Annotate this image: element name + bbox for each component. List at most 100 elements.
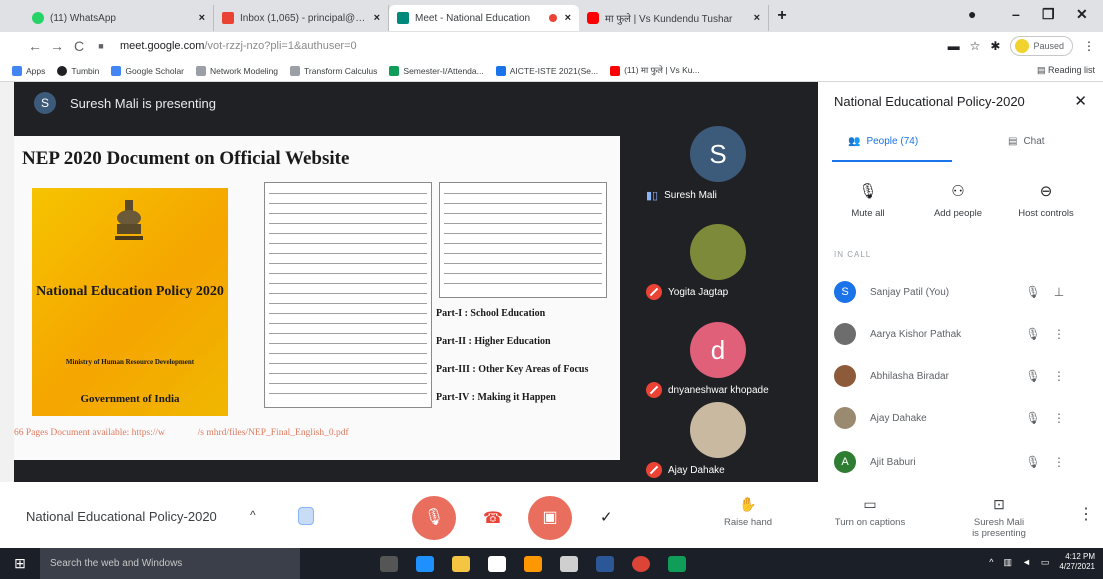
presenting-button[interactable]: ⊡ Suresh Mali is presenting [960, 496, 1038, 539]
presenting-text: Suresh Mali is presenting [70, 95, 216, 111]
participant-row[interactable]: A Ajit Baburi 🎙 ⋮ [834, 450, 1096, 474]
avatar [1015, 39, 1030, 53]
cover-title: National Education Policy 2020 [36, 284, 224, 299]
slide-title: NEP 2020 Document on Official Website [22, 148, 350, 169]
shield-icon[interactable] [298, 507, 314, 525]
captions-button[interactable]: ▭ Turn on captions [822, 496, 918, 528]
panel-title: National Educational Policy-2020 [834, 94, 1025, 109]
participant-row[interactable]: S Sanjay Patil (You) 🎙 ⊥ [834, 280, 1096, 304]
new-tab-button[interactable]: + [769, 7, 795, 25]
tab-meet[interactable]: Meet - National Education × [389, 5, 579, 31]
profile-dot-icon[interactable]: ● [968, 6, 976, 22]
url-field[interactable]: meet.google.com/vot-rzzj-nzo?pli=1&authu… [120, 40, 357, 52]
mic-off-icon[interactable]: 🎙 [1020, 455, 1046, 469]
minimize-icon[interactable]: – [1012, 6, 1020, 22]
reading-list-button[interactable]: ▤ Reading list [1037, 65, 1095, 76]
camera-blocked-icon[interactable]: ▬ [948, 39, 960, 53]
menu-dots-icon[interactable]: ⋮ [1083, 39, 1095, 53]
camera-toggle-button[interactable]: ▣ [528, 496, 572, 540]
close-icon[interactable]: × [374, 12, 380, 24]
word-icon[interactable] [596, 555, 614, 572]
tab-people[interactable]: 👥 People (74) [848, 136, 918, 147]
bookmark-apps[interactable]: Apps [12, 65, 45, 76]
present-icon: ⊡ [993, 496, 1005, 512]
more-options-icon[interactable]: ⋮ [1046, 411, 1072, 425]
volume-icon[interactable]: ◄ [1022, 557, 1031, 567]
tab-title: (11) WhatsApp [50, 12, 116, 24]
mic-off-icon: 🎙 [858, 183, 878, 200]
more-options-icon[interactable]: ⋮ [1078, 504, 1094, 524]
bookmark-transform-calculus[interactable]: Transform Calculus [290, 65, 378, 76]
app-icon[interactable] [560, 555, 578, 572]
participant-tile[interactable]: Yogita Jagtap [628, 216, 808, 304]
tab-whatsapp[interactable]: (11) WhatsApp × [24, 5, 214, 31]
tab-chat[interactable]: ▤ Chat [1008, 136, 1045, 147]
bookmark-label: Transform Calculus [304, 65, 378, 76]
forward-icon[interactable]: → [46, 38, 68, 54]
host-controls-button[interactable]: ⊖ Host controls [1006, 182, 1086, 219]
participant-row[interactable]: Aarya Kishor Pathak 🎙 ⋮ [834, 322, 1096, 346]
store-icon[interactable] [488, 555, 506, 572]
close-icon[interactable]: × [754, 12, 760, 24]
more-options-icon[interactable]: ⋮ [1046, 369, 1072, 383]
participant-tile[interactable]: Ajay Dahake [628, 394, 808, 482]
close-icon[interactable]: × [199, 12, 205, 24]
more-options-icon[interactable]: ⋮ [1046, 455, 1072, 469]
back-icon[interactable]: ← [24, 38, 46, 54]
mute-all-button[interactable]: 🎙 Mute all [828, 182, 908, 219]
taskbar-search[interactable]: Search the web and Windows [40, 548, 300, 579]
mic-off-icon[interactable]: 🎙 [1020, 369, 1046, 383]
participant-row[interactable]: Abhilasha Biradar 🎙 ⋮ [834, 364, 1096, 388]
bookmark-tumbin[interactable]: Tumbin [57, 65, 99, 76]
gmail-icon [222, 12, 234, 24]
mic-off-icon[interactable]: 🎙 [1020, 327, 1046, 341]
docs-icon [495, 65, 506, 76]
youtube-icon [587, 12, 599, 24]
parts-list: Part-I : School Education Part-II : High… [436, 308, 588, 420]
windows-start-icon[interactable]: ⊞ [0, 555, 40, 572]
bookmark-aicte[interactable]: AICTE-ISTE 2021(Se... [495, 65, 598, 76]
mic-toggle-button[interactable]: 🎙 [412, 496, 456, 540]
participant-tile[interactable]: d dnyaneshwar khopade [628, 314, 808, 402]
reload-icon[interactable]: C [68, 38, 90, 54]
add-people-button[interactable]: ⚇ Add people [918, 182, 998, 219]
bookmark-youtube[interactable]: (11) मा फुले | Vs Ku... [610, 65, 700, 76]
app-icon[interactable] [524, 555, 542, 572]
chrome-icon[interactable] [632, 555, 650, 572]
hang-up-button[interactable]: ☎ [483, 508, 503, 528]
notification-icon[interactable]: ▭ [1041, 557, 1050, 568]
github-icon [57, 65, 68, 76]
participant-row[interactable]: Ajay Dahake 🎙 ⋮ [834, 406, 1096, 430]
task-view-icon[interactable] [380, 555, 398, 572]
close-icon[interactable]: × [565, 12, 571, 24]
chevron-up-icon[interactable]: ^ [250, 508, 256, 522]
file-explorer-icon[interactable] [452, 555, 470, 572]
clock[interactable]: 4:12 PM 4/27/2021 [1059, 552, 1095, 572]
bookmark-scholar[interactable]: Google Scholar [111, 65, 184, 76]
bookmark-semester[interactable]: Semester-I/Attenda... [389, 65, 484, 76]
participant-name: Ajit Baburi [870, 456, 916, 468]
mic-off-icon [646, 284, 662, 300]
raise-hand-button[interactable]: ✋ Raise hand [720, 496, 776, 528]
star-icon[interactable]: ☆ [970, 39, 981, 53]
action-label: Add people [933, 208, 983, 219]
meet-icon[interactable] [668, 555, 686, 572]
chevron-up-icon[interactable]: ^ [989, 557, 993, 567]
close-window-icon[interactable]: ✕ [1076, 6, 1088, 23]
bookmark-network-modeling[interactable]: Network Modeling [196, 65, 278, 76]
mic-off-icon[interactable]: 🎙 [1020, 285, 1046, 299]
tab-gmail[interactable]: Inbox (1,065) - principal@rajgad × [214, 5, 389, 31]
check-icon[interactable]: ✓ [600, 508, 613, 526]
more-options-icon[interactable]: ⋮ [1046, 327, 1072, 341]
extensions-icon[interactable]: ✱ [990, 39, 1000, 53]
close-panel-icon[interactable]: ✕ [1074, 92, 1087, 110]
meeting-title[interactable]: National Educational Policy-2020 [26, 509, 217, 524]
maximize-icon[interactable]: ❐ [1042, 6, 1055, 23]
profile-button[interactable]: Paused [1010, 36, 1073, 56]
participant-tile[interactable]: S ▮▯ Suresh Mali [628, 118, 808, 206]
edge-icon[interactable] [416, 555, 434, 572]
network-icon[interactable]: ▥ [1003, 557, 1012, 568]
tab-youtube[interactable]: मा फुले | Vs Kundendu Tushar × [579, 5, 769, 31]
pin-icon[interactable]: ⊥ [1046, 285, 1072, 299]
mic-off-icon[interactable]: 🎙 [1020, 411, 1046, 425]
